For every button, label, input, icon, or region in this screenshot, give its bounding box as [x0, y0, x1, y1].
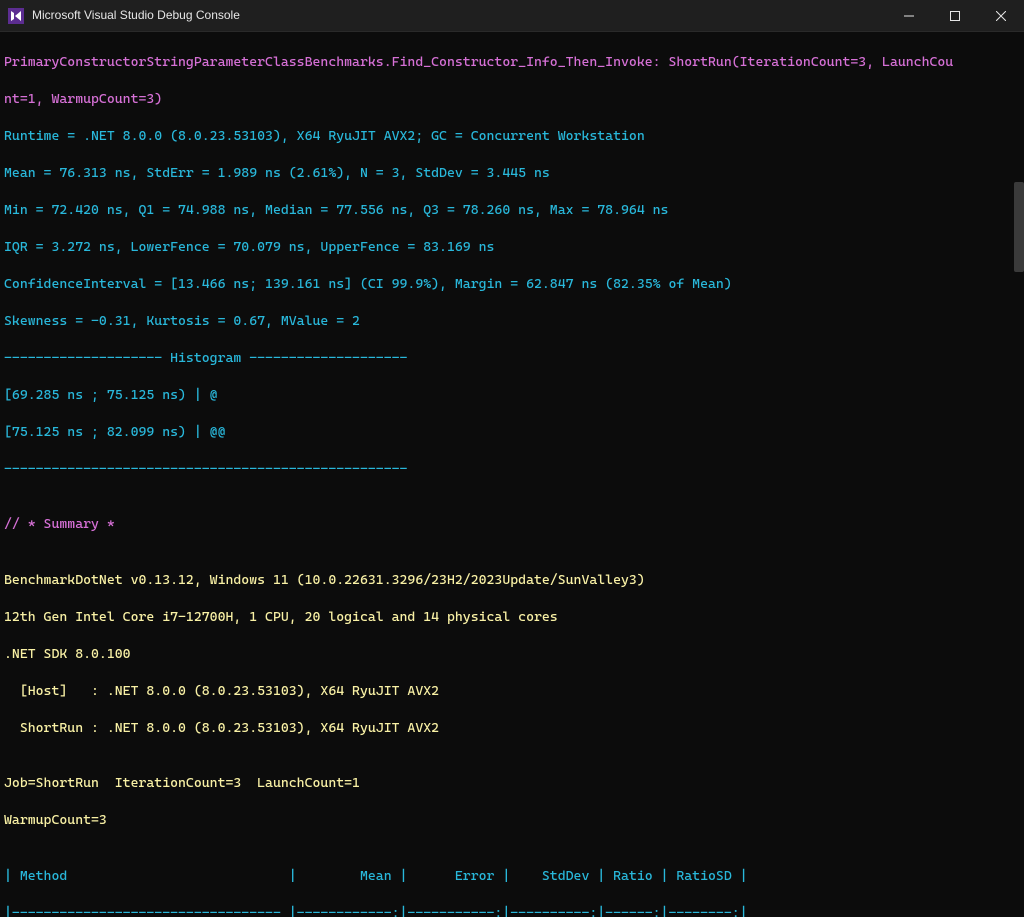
- iqr-line: IQR = 3.272 ns, LowerFence = 70.079 ns, …: [4, 239, 494, 255]
- mean-line: Mean = 76.313 ns, StdErr = 1.989 ns (2.6…: [4, 165, 550, 181]
- benchmark-header-cont: nt=1, WarmupCount=3): [4, 91, 162, 107]
- histogram-row-1: [75.125 ns ; 82.099 ns) | @@: [4, 424, 225, 440]
- window-titlebar: Microsoft Visual Studio Debug Console: [0, 0, 1024, 32]
- env-line-0: BenchmarkDotNet v0.13.12, Windows 11 (10…: [4, 572, 645, 588]
- scrollbar-thumb[interactable]: [1014, 182, 1024, 272]
- table-separator: |---------------------------------- |---…: [4, 905, 748, 917]
- env-line-1: 12th Gen Intel Core i7-12700H, 1 CPU, 20…: [4, 609, 558, 625]
- job-line-0: Job=ShortRun IterationCount=3 LaunchCoun…: [4, 775, 360, 791]
- summary-header: // * Summary *: [4, 516, 115, 532]
- minimize-button[interactable]: [886, 0, 932, 31]
- window-controls: [886, 0, 1024, 31]
- job-line-1: WarmupCount=3: [4, 812, 107, 828]
- confidence-line: ConfidenceInterval = [13.466 ns; 139.161…: [4, 276, 732, 292]
- app-icon: [8, 8, 24, 24]
- histogram-footer: ----------------------------------------…: [4, 461, 407, 477]
- window-title: Microsoft Visual Studio Debug Console: [32, 6, 240, 25]
- benchmark-header: PrimaryConstructorStringParameterClassBe…: [4, 54, 953, 70]
- console-output[interactable]: PrimaryConstructorStringParameterClassBe…: [0, 32, 1024, 917]
- titlebar-left: Microsoft Visual Studio Debug Console: [8, 6, 240, 25]
- close-button[interactable]: [978, 0, 1024, 31]
- runtime-line: Runtime = .NET 8.0.0 (8.0.23.53103), X64…: [4, 128, 645, 144]
- maximize-button[interactable]: [932, 0, 978, 31]
- table-header: | Method | Mean | Error | StdDev | Ratio…: [4, 868, 748, 884]
- histogram-row-0: [69.285 ns ; 75.125 ns) | @: [4, 387, 218, 403]
- env-line-2: .NET SDK 8.0.100: [4, 646, 131, 662]
- env-line-4: ShortRun : .NET 8.0.0 (8.0.23.53103), X6…: [4, 720, 439, 736]
- skewness-line: Skewness = -0.31, Kurtosis = 0.67, MValu…: [4, 313, 360, 329]
- histogram-header: -------------------- Histogram ---------…: [4, 350, 407, 366]
- env-line-3: [Host] : .NET 8.0.0 (8.0.23.53103), X64 …: [4, 683, 439, 699]
- minmax-line: Min = 72.420 ns, Q1 = 74.988 ns, Median …: [4, 202, 668, 218]
- scrollbar[interactable]: [1012, 32, 1024, 917]
